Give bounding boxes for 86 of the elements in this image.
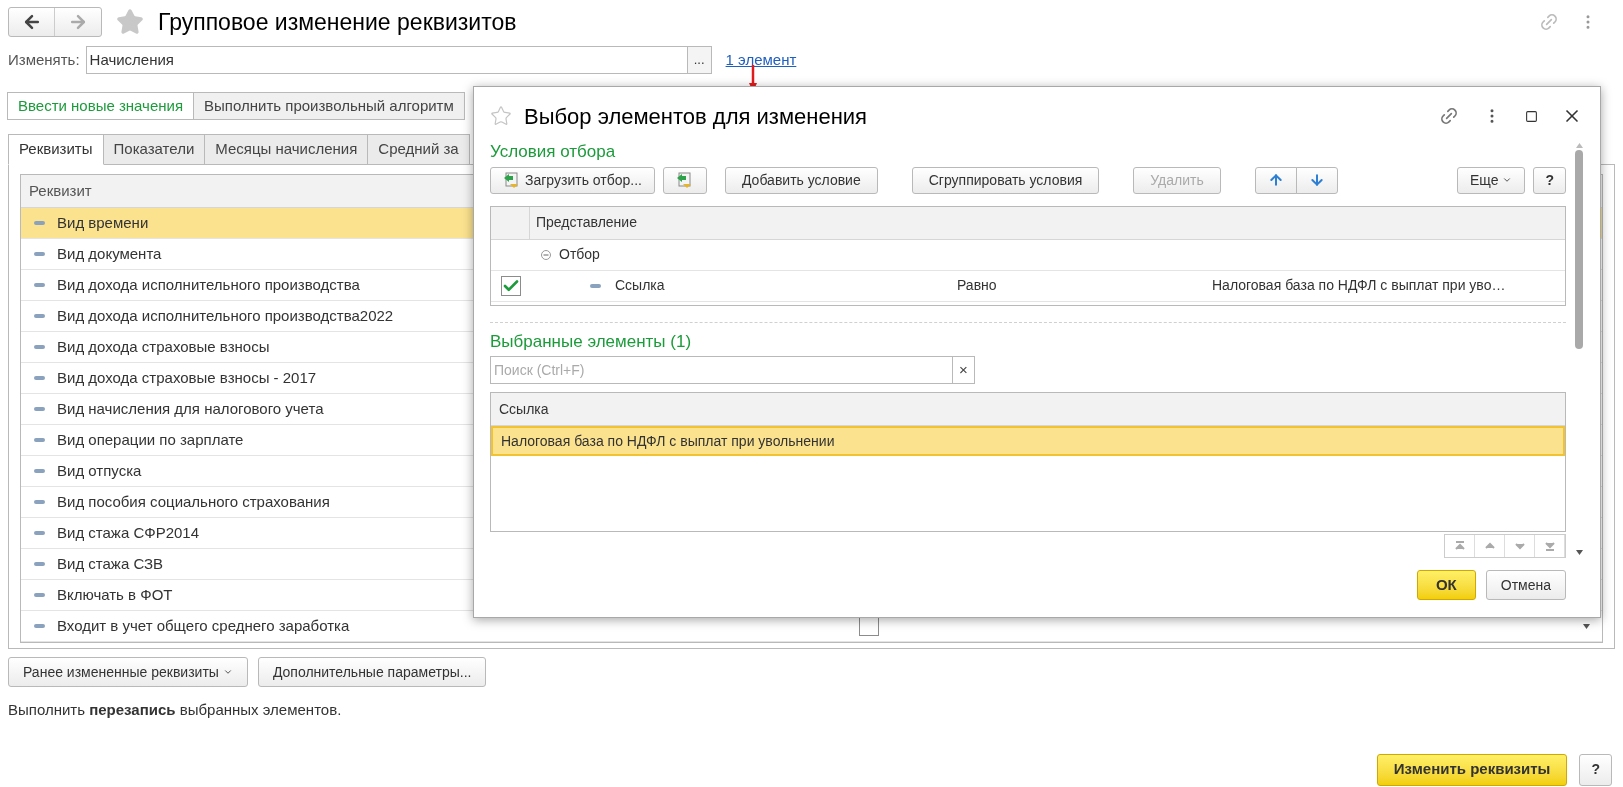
section-heading: Выбранные элементы (1) — [490, 330, 693, 353]
page-tab[interactable]: Показатели — [102, 134, 206, 165]
mode-tab[interactable]: Ввести новые значения — [7, 92, 195, 120]
toolbar-button[interactable]: ? — [1533, 166, 1566, 194]
page-tab[interactable]: Реквизиты — [8, 134, 104, 165]
move-up-button[interactable] — [1254, 166, 1297, 194]
page-tab[interactable]: Месяцы начисления — [204, 134, 369, 165]
extra-params-button[interactable]: Дополнительные параметры... — [257, 657, 487, 687]
dash-icon — [34, 314, 45, 318]
load-filter-icon — [503, 171, 521, 189]
dash-icon — [34, 438, 45, 442]
attribute-name: Вид дохода исполнительного производства2022 — [57, 306, 394, 324]
help-button[interactable]: ? — [1579, 753, 1612, 786]
select-button[interactable]: ... — [686, 47, 711, 73]
condition-field: Ссылка — [615, 275, 957, 296]
field-label: Изменять: — [8, 49, 80, 70]
attribute-name: Вид операции по зарплате — [57, 430, 244, 448]
mode-tab[interactable]: Выполнить произвольный алгоритм — [193, 92, 465, 120]
save-filter-button[interactable] — [662, 166, 707, 194]
dropdown-arrow-icon[interactable] — [1583, 623, 1590, 629]
dash-icon — [34, 407, 45, 411]
favorite-star-icon[interactable] — [116, 8, 144, 36]
checkbox[interactable] — [859, 616, 879, 636]
dash-icon — [34, 593, 45, 597]
cancel-button[interactable]: Отмена — [1485, 570, 1566, 600]
column-header: Ссылка — [499, 399, 549, 419]
apply-changes-button[interactable]: Изменить реквизиты — [1376, 753, 1568, 786]
dash-icon — [34, 345, 45, 349]
page-tab[interactable]: Средний за — [367, 134, 470, 165]
column-header: Реквизит — [29, 180, 92, 201]
dash-icon — [34, 562, 45, 566]
attribute-name: Входит в учет общего среднего заработка — [57, 616, 350, 634]
search-field[interactable]: Поиск (Ctrl+F) × — [490, 356, 975, 384]
ok-button[interactable]: ОК — [1416, 570, 1476, 600]
maximize-icon[interactable] — [1525, 109, 1538, 123]
list-row[interactable]: Налоговая база по НДФЛ с выплат при увольнении — [491, 426, 1565, 456]
scroll-down-arrow-icon[interactable] — [1575, 550, 1583, 555]
row-navigation-buttons[interactable] — [1444, 534, 1566, 558]
toolbar-button[interactable]: Сгруппировать условия — [911, 166, 1100, 194]
toolbar-button[interactable]: Добавить условие — [724, 166, 878, 194]
arrow-right-icon — [68, 12, 88, 32]
attribute-name: Вид начисления для налогового учета — [57, 399, 324, 417]
caret-icon — [1502, 175, 1513, 185]
tree-group-label[interactable]: Отбор — [559, 244, 600, 265]
save-filter-icon — [675, 171, 694, 189]
field-value: Начисления — [88, 49, 175, 70]
section-heading: Условия отбора — [490, 141, 617, 163]
attribute-name: Вид стажа СЗВ — [57, 554, 164, 572]
attribute-name: Вид дохода исполнительного производства — [57, 275, 360, 293]
favorite-star-icon[interactable] — [490, 105, 512, 127]
attribute-name: Вид пособия социального страхования — [57, 492, 330, 510]
caret-icon — [222, 667, 233, 677]
window-title: Групповое изменение реквизитов — [158, 7, 517, 37]
dash-icon — [34, 252, 45, 256]
attribute-name: Вид отпуска — [57, 461, 142, 479]
move-down-button[interactable] — [1295, 166, 1338, 194]
column-header: Представление — [535, 213, 637, 232]
scrollbar-thumb[interactable] — [1575, 150, 1583, 349]
attribute-name: Вид стажа СФР2014 — [57, 523, 199, 541]
clear-search-button[interactable]: × — [952, 357, 974, 383]
dialog-title: Выбор элементов для изменения — [524, 102, 868, 131]
attribute-name: Вид дохода страховые взносы — [57, 337, 270, 355]
dash-icon — [34, 624, 45, 628]
attribute-name: Вид документа — [57, 244, 162, 262]
search-input[interactable]: Поиск (Ctrl+F) — [491, 357, 952, 383]
dash-icon — [34, 500, 45, 504]
dash-icon — [34, 531, 45, 535]
dash-icon — [590, 283, 601, 288]
attribute-name: Включать в ФОТ — [57, 585, 173, 603]
condition-type: Равно — [957, 276, 998, 295]
object-type-field[interactable]: Начисления ... — [85, 46, 712, 74]
dash-icon — [34, 469, 45, 473]
more-menu-button[interactable]: Еще — [1456, 166, 1526, 194]
dash-icon — [34, 221, 45, 225]
checkbox[interactable] — [500, 275, 521, 296]
dash-icon — [34, 283, 45, 287]
attribute-name: Вид дохода страховые взносы - 2017 — [57, 368, 317, 386]
scroll-up-arrow-icon[interactable] — [1575, 143, 1583, 148]
history-menu-button[interactable]: Ранее измененные реквизиты — [8, 657, 248, 687]
dash-icon — [34, 376, 45, 380]
load-filter-button[interactable]: Загрузить отбор... — [490, 166, 655, 194]
elements-link[interactable]: 1 элемент — [725, 48, 797, 72]
collapse-icon[interactable] — [541, 249, 551, 260]
hint-text: Выполнить перезапись выбранных элементов. — [8, 700, 343, 720]
attribute-name: Вид времени — [57, 213, 149, 231]
condition-value: Налоговая база по НДФЛ с выплат при уво… — [1212, 276, 1506, 295]
